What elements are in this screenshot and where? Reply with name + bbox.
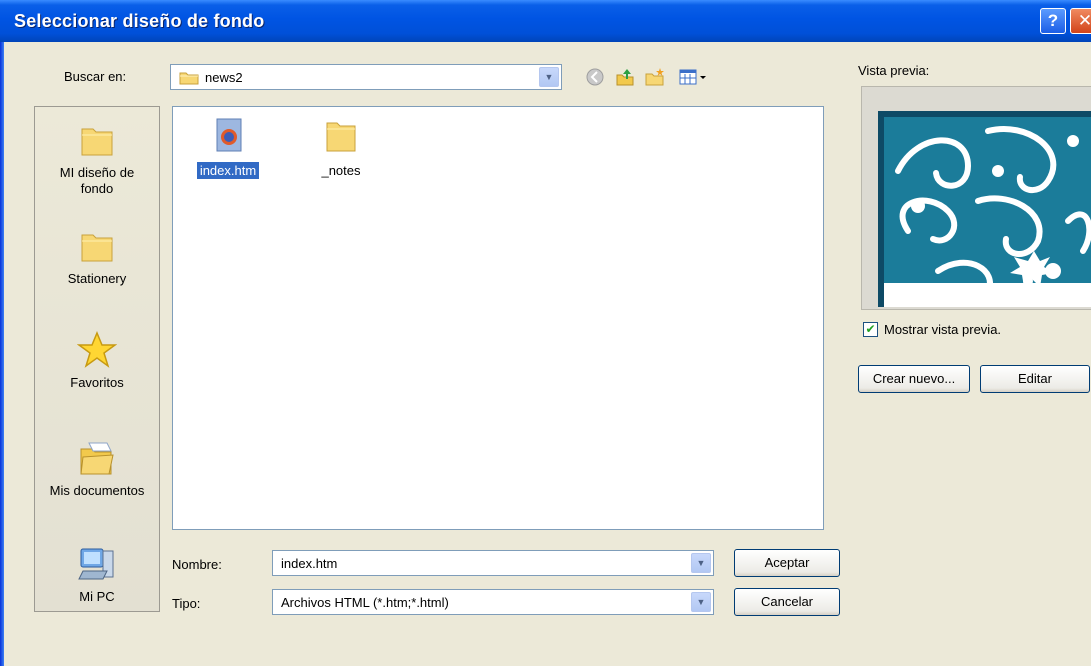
place-item-stationery[interactable]: Stationery bbox=[35, 227, 159, 287]
folder-icon bbox=[81, 128, 113, 156]
filename-value: index.htm bbox=[281, 556, 338, 571]
place-label: Mi PC bbox=[79, 589, 115, 604]
star-icon bbox=[77, 331, 117, 368]
lookin-combo[interactable]: news2 ▼ bbox=[170, 64, 562, 90]
chevron-down-icon[interactable]: ▼ bbox=[691, 553, 711, 573]
filetype-select[interactable]: Archivos HTML (*.htm;*.html) ▼ bbox=[272, 589, 714, 615]
show-preview-checkbox[interactable]: ✔ bbox=[863, 322, 878, 337]
dialog-window: Seleccionar diseño de fondo ? ✕ Buscar e… bbox=[0, 0, 1091, 666]
create-new-button[interactable]: Crear nuevo... bbox=[858, 365, 970, 393]
file-name: _notes bbox=[321, 163, 361, 178]
list-item[interactable]: _notes bbox=[296, 115, 386, 178]
window-title: Seleccionar diseño de fondo bbox=[14, 11, 265, 31]
view-menu-icon[interactable] bbox=[678, 66, 710, 88]
lookin-label: Buscar en: bbox=[64, 69, 127, 84]
title-bar[interactable]: Seleccionar diseño de fondo ? ✕ bbox=[0, 0, 1091, 42]
documents-folder-icon bbox=[80, 442, 114, 475]
lookin-value: news2 bbox=[205, 70, 243, 85]
place-item-mi-diseno[interactable]: MI diseño de fondo bbox=[35, 121, 159, 197]
show-preview-label: Mostrar vista previa. bbox=[884, 322, 1002, 337]
preview-image bbox=[878, 111, 1091, 307]
file-list[interactable]: index.htm _notes bbox=[172, 106, 824, 530]
filetype-value: Archivos HTML (*.htm;*.html) bbox=[281, 595, 449, 610]
chevron-down-icon[interactable]: ▼ bbox=[691, 592, 711, 612]
up-folder-icon[interactable] bbox=[614, 66, 636, 88]
close-button[interactable]: ✕ bbox=[1070, 8, 1091, 34]
folder-icon bbox=[179, 72, 199, 85]
accept-button[interactable]: Aceptar bbox=[734, 549, 840, 577]
place-label: Favoritos bbox=[70, 375, 124, 390]
back-icon[interactable] bbox=[584, 66, 606, 88]
place-label: Mis documentos bbox=[49, 483, 145, 498]
new-folder-icon[interactable] bbox=[644, 66, 666, 88]
place-label: Stationery bbox=[67, 271, 127, 286]
preview-label: Vista previa: bbox=[858, 63, 930, 78]
computer-icon bbox=[78, 548, 114, 580]
chevron-down-icon[interactable]: ▼ bbox=[539, 67, 559, 87]
edit-button[interactable]: Editar bbox=[980, 365, 1090, 393]
list-item[interactable]: index.htm bbox=[183, 115, 273, 179]
folder-icon bbox=[81, 234, 113, 262]
filetype-label: Tipo: bbox=[172, 596, 201, 611]
folder-icon bbox=[326, 122, 356, 152]
places-bar: MI diseño de fondo Stationery Favoritos … bbox=[34, 106, 160, 612]
file-name: index.htm bbox=[196, 162, 260, 179]
filename-label: Nombre: bbox=[172, 557, 222, 572]
place-item-mis-documentos[interactable]: Mis documentos bbox=[35, 439, 159, 499]
cancel-button[interactable]: Cancelar bbox=[734, 588, 840, 616]
filename-field[interactable]: index.htm ▼ bbox=[272, 550, 714, 576]
html-file-icon bbox=[216, 118, 242, 152]
place-item-favoritos[interactable]: Favoritos bbox=[35, 331, 159, 391]
place-label: MI diseño de fondo bbox=[59, 165, 135, 196]
preview-frame bbox=[861, 86, 1091, 310]
place-item-mi-pc[interactable]: Mi PC bbox=[35, 545, 159, 605]
help-button[interactable]: ? bbox=[1040, 8, 1066, 34]
